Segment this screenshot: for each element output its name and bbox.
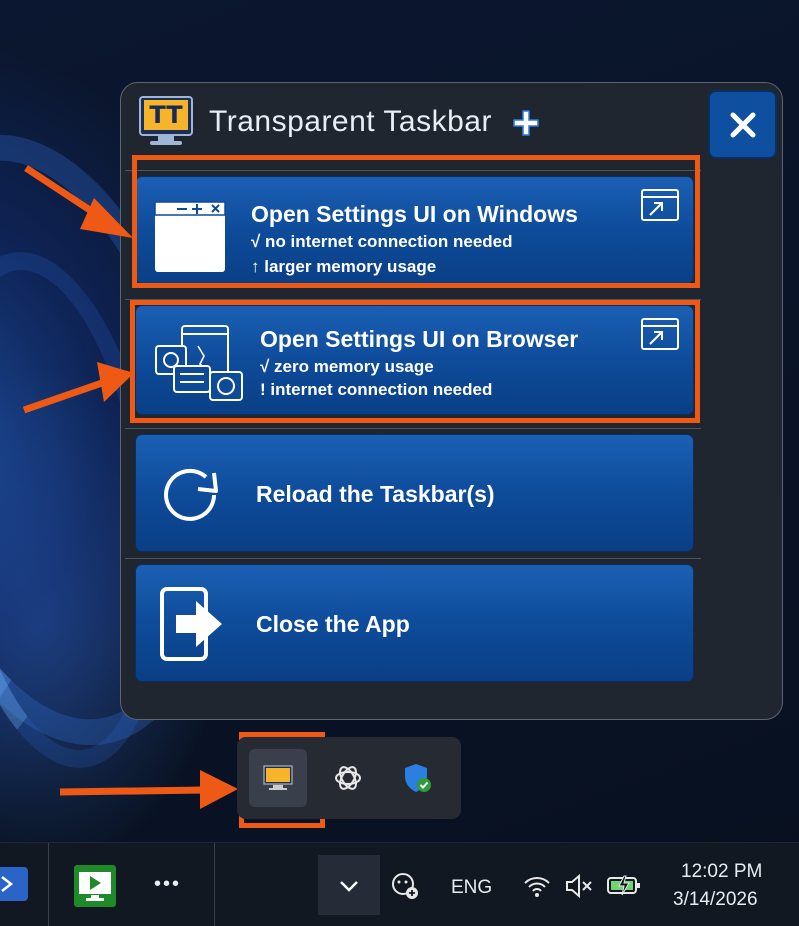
security-shield-icon — [405, 764, 431, 792]
taskbar: ••• ENG 12:02 PM 3/14/2026 — [0, 842, 799, 926]
taskbar-separator — [48, 843, 49, 926]
language-indicator[interactable]: ENG — [451, 877, 492, 899]
show-hidden-icons-button[interactable] — [318, 855, 380, 915]
powershell-icon — [1, 876, 14, 892]
chevron-down-icon — [340, 881, 358, 892]
clock-time[interactable]: 12:02 PM — [681, 861, 762, 883]
emoji-add-icon[interactable] — [390, 871, 420, 901]
transparent-taskbar-icon — [263, 765, 293, 790]
volume-muted-icon[interactable] — [564, 873, 594, 899]
chatgpt-tray-icon[interactable] — [319, 749, 377, 807]
transparent-taskbar-tray-icon[interactable] — [249, 749, 307, 807]
wifi-icon[interactable] — [522, 873, 552, 899]
security-tray-icon[interactable] — [389, 749, 447, 807]
more-apps-button[interactable]: ••• — [154, 873, 181, 896]
chatgpt-icon — [335, 766, 361, 790]
taskbar-separator — [214, 843, 215, 926]
screen-play-icon — [79, 872, 111, 901]
clock-date[interactable]: 3/14/2026 — [673, 889, 758, 911]
remote-desktop-taskbar-icon[interactable] — [74, 865, 116, 907]
powershell-taskbar-icon[interactable] — [0, 867, 28, 901]
battery-charging-icon[interactable] — [606, 873, 642, 897]
tray-overflow-flyout — [237, 737, 461, 819]
